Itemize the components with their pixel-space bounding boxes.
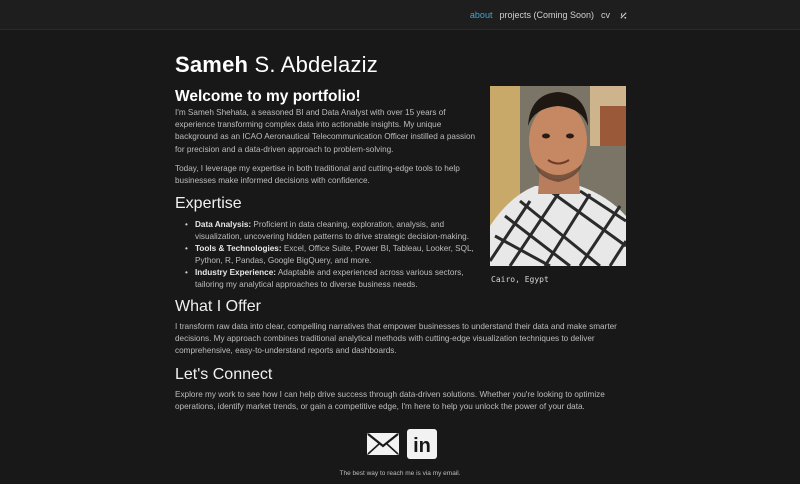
page-title: Sameh S. Abdelaziz [175,52,627,78]
linkedin-text: in [413,435,431,457]
profile-photo [490,86,626,266]
expertise-list: Data Analysis: Proficient in data cleani… [185,219,485,291]
connect-heading: Let's Connect [175,366,273,383]
list-item: Tools & Technologies: Excel, Office Suit… [185,243,485,267]
expertise-label: Industry Experience: [195,268,276,277]
expertise-heading: Expertise [175,195,242,212]
intro-paragraph-2: Today, I leverage my expertise in both t… [175,164,460,186]
offer-paragraph: I transform raw data into clear, compell… [175,322,617,356]
nav-cv-link[interactable]: cv [601,10,610,20]
intro-paragraph-1: I'm Sameh Shehata, a seasoned BI and Dat… [175,108,476,154]
connect-paragraph: Explore my work to see how I can help dr… [175,390,605,412]
list-item: Data Analysis: Proficient in data cleani… [185,219,485,243]
expertise-label: Data Analysis: [195,220,252,229]
nav-projects-link[interactable]: projects (Coming Soon) [499,10,594,20]
social-links: in [366,429,441,459]
list-item: Industry Experience: Adaptable and exper… [185,267,485,291]
nav-links: about projects (Coming Soon) cv [463,10,628,20]
offer-heading: What I Offer [175,298,261,315]
last-name: S. Abdelaziz [254,52,378,77]
linkedin-icon[interactable]: in [407,429,441,459]
first-name: Sameh [175,52,249,77]
photo-caption: Cairo, Egypt [491,275,549,284]
footer-note: The best way to reach me is via my email… [339,470,461,477]
theme-toggle-icon[interactable] [619,11,628,20]
envelope-icon[interactable] [366,429,400,459]
expertise-label: Tools & Technologies: [195,244,282,253]
top-navbar: about projects (Coming Soon) cv [0,0,800,30]
nav-about-link[interactable]: about [470,10,493,20]
